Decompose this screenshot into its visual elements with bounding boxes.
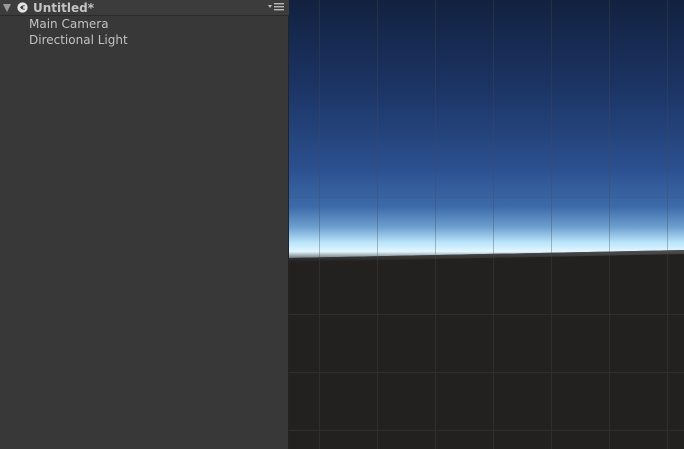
hierarchy-item-directional-light[interactable]: Directional Light [29, 32, 128, 48]
scene-skybox [289, 0, 684, 449]
hierarchy-item-main-camera[interactable]: Main Camera [29, 16, 109, 32]
scene-title[interactable]: Untitled* [33, 0, 94, 16]
unity-logo-icon [17, 2, 28, 13]
triangle-down-icon[interactable] [3, 4, 11, 12]
hierarchy-item-label: Directional Light [29, 33, 128, 47]
hierarchy-panel: Untitled* Main Camera Directional Light [0, 0, 289, 449]
scene-viewport[interactable] [289, 0, 684, 449]
dropdown-menu-icon[interactable] [268, 2, 286, 13]
hierarchy-item-label: Main Camera [29, 17, 109, 31]
sky-gradient [289, 0, 684, 258]
unity-editor: Untitled* Main Camera Directional Light [0, 0, 684, 449]
scene-header-row[interactable]: Untitled* [0, 0, 289, 16]
